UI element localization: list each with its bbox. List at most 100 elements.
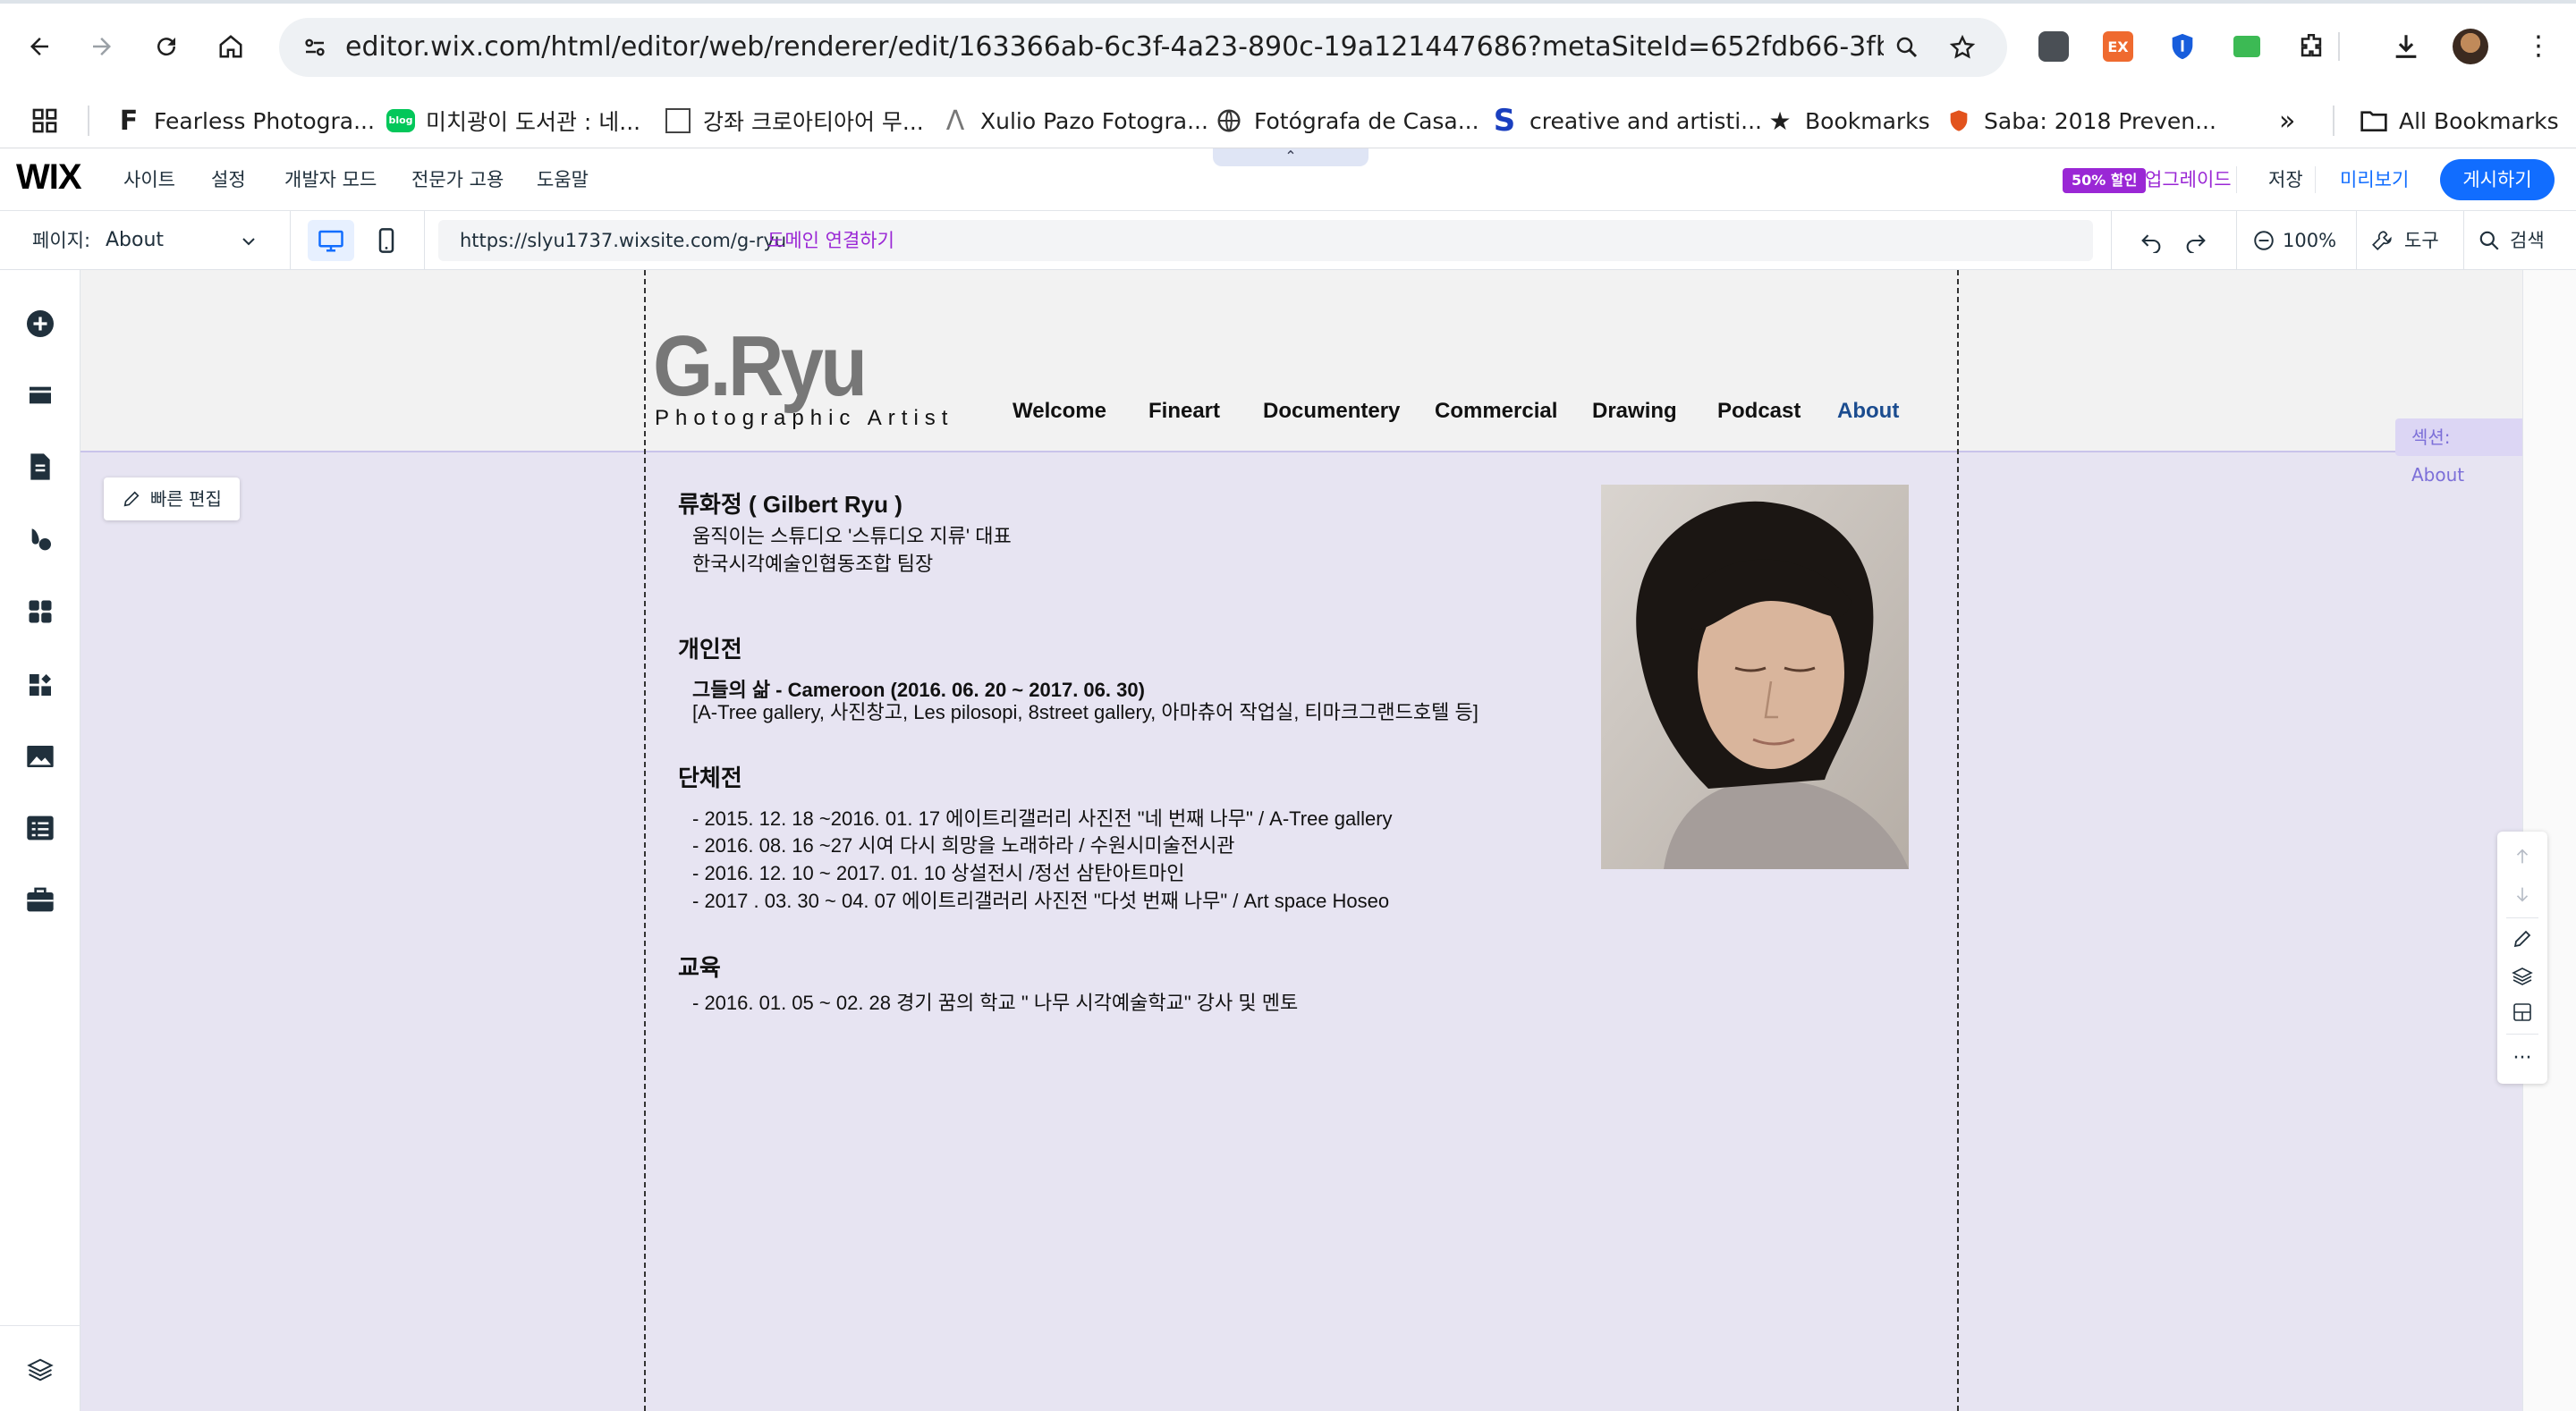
- quick-edit-button[interactable]: 빠른 편집: [104, 477, 240, 520]
- editor-canvas[interactable]: G.Ryu Photographic Artist Welcome Finear…: [80, 270, 2522, 1411]
- nav-commercial[interactable]: Commercial: [1435, 399, 1557, 424]
- extension-password-icon[interactable]: [2163, 27, 2202, 66]
- mobile-view-button[interactable]: [363, 220, 410, 261]
- search-button[interactable]: 검색: [2510, 211, 2545, 270]
- nav-documentery[interactable]: Documentery: [1263, 399, 1400, 424]
- floating-toolbar: ···: [2497, 832, 2547, 1084]
- site-info-icon[interactable]: [293, 26, 336, 69]
- bookmark-item[interactable]: ★ Bookmarks: [1766, 100, 1929, 141]
- nav-about[interactable]: About: [1837, 399, 1899, 424]
- pages-icon[interactable]: [22, 449, 58, 485]
- menu-hire-expert[interactable]: 전문가 고용: [411, 148, 504, 211]
- group-exhibition-item[interactable]: - 2017 . 03. 30 ~ 04. 07 에이트리갤러리 사진전 "다섯…: [692, 887, 1389, 915]
- edit-pencil-icon[interactable]: [2510, 926, 2535, 951]
- browser-menu-icon[interactable]: ⋮: [2519, 27, 2558, 66]
- more-bookmarks-button[interactable]: »: [2279, 100, 2295, 141]
- bio-line[interactable]: 한국시각예술인협동조합 팀장: [692, 550, 933, 578]
- cms-icon[interactable]: [22, 810, 58, 846]
- lambda-icon: Λ: [945, 105, 965, 137]
- menu-settings[interactable]: 설정: [211, 148, 246, 211]
- zoom-lens-icon[interactable]: [1885, 26, 1928, 69]
- nav-fineart[interactable]: Fineart: [1148, 399, 1220, 424]
- publish-button[interactable]: 게시하기: [2440, 159, 2555, 200]
- zoom-out-icon[interactable]: [2250, 227, 2277, 254]
- wrench-icon[interactable]: [2368, 227, 2395, 254]
- redo-icon[interactable]: [2182, 227, 2209, 254]
- group-exhibition-item[interactable]: - 2015. 12. 18 ~2016. 01. 17 에이트리갤러리 사진전…: [692, 805, 1393, 832]
- solo-exhibition-venues[interactable]: [A-Tree gallery, 사진창고, Les pilosopi, 8st…: [692, 698, 1479, 726]
- nav-podcast[interactable]: Podcast: [1717, 399, 1801, 424]
- bookmark-item[interactable]: S creative and artisti...: [1490, 100, 1762, 141]
- connect-domain-link[interactable]: 도메인 연결하기: [767, 220, 894, 261]
- bookmark-item[interactable]: Saba: 2018 Preven...: [1945, 100, 2216, 141]
- back-button[interactable]: [16, 23, 63, 70]
- menu-help[interactable]: 도움말: [537, 148, 589, 211]
- education-heading[interactable]: 교육: [678, 950, 721, 983]
- zoom-level[interactable]: 100%: [2283, 211, 2336, 270]
- nav-drawing[interactable]: Drawing: [1592, 399, 1677, 424]
- collapse-toolbar-button[interactable]: ⌃: [1213, 148, 1368, 166]
- move-up-icon[interactable]: [2510, 844, 2535, 869]
- desktop-view-button[interactable]: [308, 220, 354, 261]
- bookmark-label: 미치광이 도서관 : 네...: [426, 109, 641, 135]
- site-tagline[interactable]: Photographic Artist: [655, 406, 953, 431]
- menu-dev-mode[interactable]: 개발자 모드: [284, 148, 377, 211]
- address-bar[interactable]: editor.wix.com/html/editor/web/renderer/…: [279, 18, 2007, 77]
- group-exhibition-item[interactable]: - 2016. 08. 16 ~27 시여 다시 희망을 노래하라 / 수원시미…: [692, 832, 1235, 859]
- menu-site[interactable]: 사이트: [123, 148, 175, 211]
- extension-screen-icon[interactable]: [2227, 27, 2267, 66]
- bookmark-item[interactable]: Fotógrafa de Casa...: [1215, 100, 1479, 141]
- section-label[interactable]: 섹션: About: [2395, 418, 2522, 486]
- reload-button[interactable]: [143, 23, 190, 70]
- move-down-icon[interactable]: [2510, 882, 2535, 907]
- bookmark-item[interactable]: F Fearless Photogra...: [114, 100, 375, 141]
- forward-button[interactable]: [79, 23, 125, 70]
- undo-icon[interactable]: [2138, 227, 2165, 254]
- folder-icon: [2360, 106, 2388, 135]
- bookmark-item[interactable]: 강좌 크로아티아어 무...: [664, 100, 924, 141]
- profile-avatar[interactable]: [2451, 27, 2490, 66]
- solo-exhibition-heading[interactable]: 개인전: [678, 631, 742, 664]
- bookmark-item[interactable]: blog 미치광이 도서관 : 네...: [386, 100, 640, 141]
- chevron-down-icon[interactable]: [240, 232, 258, 250]
- artist-name[interactable]: 류화정 ( Gilbert Ryu ): [678, 486, 902, 520]
- wix-logo[interactable]: WIX: [16, 157, 82, 198]
- nav-welcome[interactable]: Welcome: [1013, 399, 1106, 424]
- downloads-icon[interactable]: [2386, 27, 2426, 66]
- home-button[interactable]: [208, 23, 254, 70]
- add-elements-icon[interactable]: [22, 306, 58, 342]
- business-apps-icon[interactable]: [22, 667, 58, 703]
- tools-button[interactable]: 도구: [2404, 211, 2439, 270]
- site-logo[interactable]: G.Ryu: [653, 324, 868, 410]
- extensions-puzzle-icon[interactable]: [2292, 27, 2331, 66]
- layers-icon[interactable]: [22, 1352, 58, 1388]
- address-url[interactable]: editor.wix.com/html/editor/web/renderer/…: [345, 18, 1884, 77]
- home-icon: [219, 35, 242, 58]
- site-header[interactable]: [80, 270, 2522, 452]
- layout-icon[interactable]: [2510, 1000, 2535, 1025]
- bookmark-star-icon[interactable]: [1941, 26, 1984, 69]
- preview-button[interactable]: 미리보기: [2340, 148, 2409, 211]
- portfolio-icon[interactable]: [22, 882, 58, 917]
- bookmark-item[interactable]: Λ Xulio Pazo Fotogra...: [941, 100, 1208, 141]
- more-options-icon[interactable]: ···: [2510, 1046, 2535, 1071]
- apps-icon[interactable]: [22, 594, 58, 629]
- site-address-field[interactable]: https://slyu1737.wixsite.com/g-ryu 도메인 연…: [438, 220, 2093, 261]
- search-icon[interactable]: [2476, 227, 2503, 254]
- extension-ex-icon[interactable]: EX: [2098, 27, 2138, 66]
- media-icon[interactable]: [22, 739, 58, 774]
- bookmarks-divider: [2333, 106, 2334, 136]
- add-section-icon[interactable]: [22, 377, 58, 413]
- artist-portrait[interactable]: [1601, 485, 1909, 869]
- design-icon[interactable]: [22, 520, 58, 556]
- layers-icon[interactable]: [2510, 964, 2535, 989]
- extension-photo-icon[interactable]: [2034, 27, 2073, 66]
- bio-line[interactable]: 움직이는 스튜디오 '스튜디오 지류' 대표: [692, 522, 1012, 550]
- save-button[interactable]: 저장: [2268, 148, 2303, 211]
- all-bookmarks-folder[interactable]: All Bookmarks: [2360, 100, 2559, 141]
- upgrade-link[interactable]: 업그레이드: [2145, 148, 2232, 211]
- education-item[interactable]: - 2016. 01. 05 ~ 02. 28 경기 꿈의 학교 " 나무 시각…: [692, 989, 1298, 1017]
- apps-grid-icon[interactable]: [30, 100, 59, 141]
- group-exhibition-heading[interactable]: 단체전: [678, 760, 742, 793]
- group-exhibition-item[interactable]: - 2016. 12. 10 ~ 2017. 01. 10 상설전시 /정선 삼…: [692, 859, 1185, 887]
